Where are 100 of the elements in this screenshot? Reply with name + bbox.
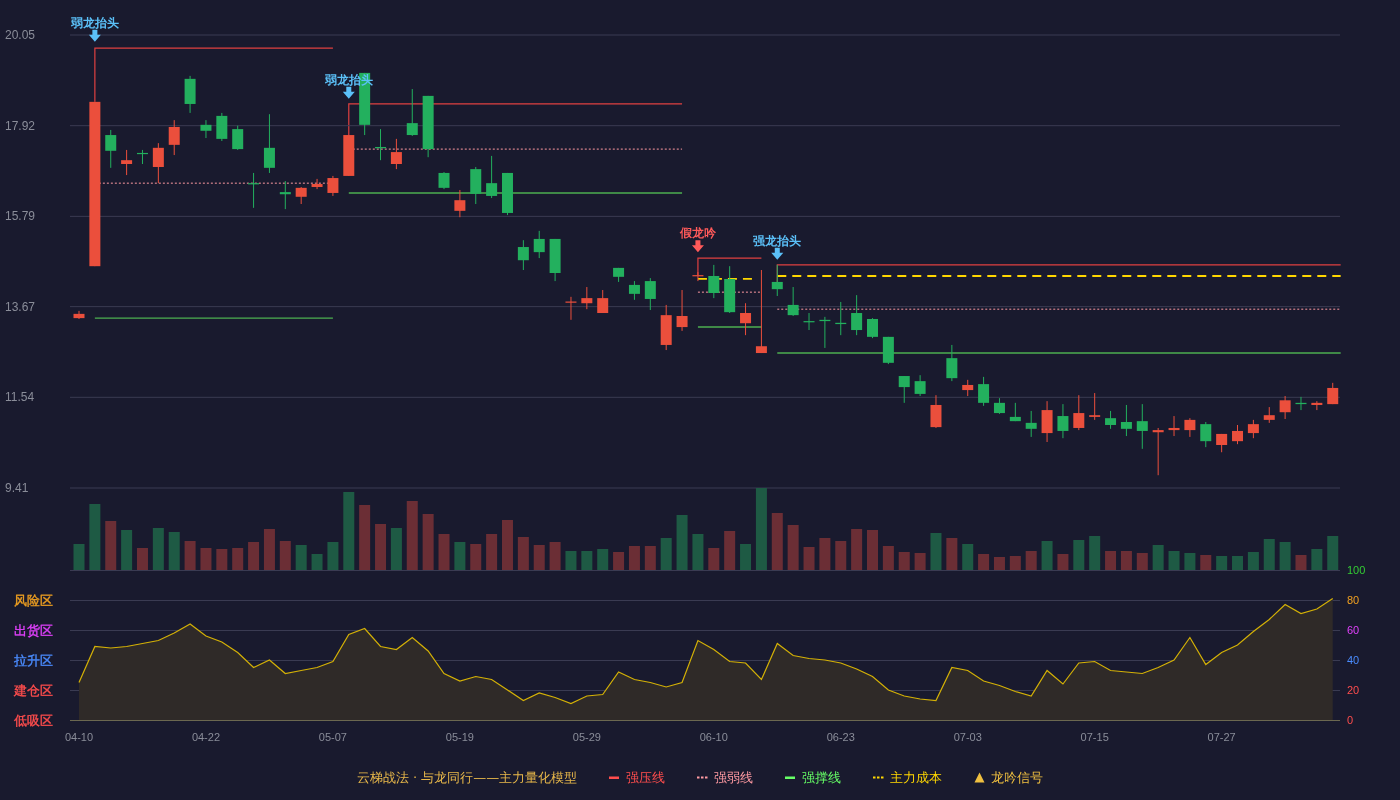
candlestick <box>1009 402 1021 422</box>
volume-bar <box>1105 551 1117 570</box>
volume-bar <box>962 544 974 570</box>
zone-label: 风险区 <box>14 593 53 608</box>
axis-label: 07-03 <box>953 731 982 743</box>
volume-bar <box>1120 551 1132 570</box>
candlestick <box>613 267 625 283</box>
legend-item[interactable]: 主力成本 <box>873 767 943 788</box>
volume-bar <box>137 548 148 570</box>
candlestick <box>343 134 355 177</box>
volume-bar <box>232 548 244 570</box>
candlestick <box>660 304 672 351</box>
down-arrow-icon <box>342 86 355 99</box>
candlestick <box>422 95 434 158</box>
volume-bar <box>1041 541 1053 570</box>
candlestick <box>152 142 164 184</box>
volume-bar <box>851 529 863 570</box>
candlestick <box>502 172 513 216</box>
volume-bar <box>1025 551 1037 570</box>
volume-bar <box>470 544 482 570</box>
axis-label: 40 <box>1347 654 1360 666</box>
candlestick <box>581 286 593 310</box>
candlestick <box>962 379 974 397</box>
dashed-line <box>697 291 762 293</box>
candlestick <box>565 296 577 321</box>
candlestick <box>137 149 148 165</box>
candlestick <box>819 316 831 349</box>
candlestick <box>724 265 736 314</box>
candlestick <box>327 175 339 197</box>
volume-bar <box>914 553 926 570</box>
axis-label: 06-10 <box>699 731 728 743</box>
candlestick <box>263 113 275 174</box>
candlestick <box>740 302 752 336</box>
candlestick <box>375 128 387 161</box>
candlestick <box>1136 403 1148 450</box>
legend-item[interactable]: 强弱线 <box>697 767 754 788</box>
volume-bar <box>168 532 180 570</box>
candlestick <box>597 289 609 314</box>
candlestick <box>1279 395 1291 420</box>
volume-bar <box>740 544 752 570</box>
candlestick <box>628 280 640 301</box>
volume-bar <box>771 513 783 570</box>
volume-bar <box>803 547 815 570</box>
volume-bar <box>628 546 640 570</box>
axis-label: 06-23 <box>826 731 855 743</box>
candlestick <box>993 397 1005 415</box>
candlestick <box>390 138 402 170</box>
support-line <box>697 326 763 328</box>
axis-label: 20 <box>1347 684 1360 696</box>
volume-bar <box>1136 553 1148 570</box>
candlestick <box>486 155 498 199</box>
candlestick <box>454 189 466 218</box>
candlestick <box>867 317 878 339</box>
volume-bar <box>1263 539 1275 570</box>
volume-bar <box>676 515 688 570</box>
volume-bar <box>1057 554 1069 570</box>
volume-bar <box>1311 549 1323 570</box>
volume-bar <box>105 521 117 570</box>
axis-label: 80 <box>1347 594 1360 606</box>
volume-bar <box>1184 553 1196 570</box>
candlestick <box>1105 410 1117 430</box>
axis-label: 05-29 <box>572 731 601 743</box>
zone-label: 建仓区 <box>14 683 53 698</box>
volume-bar <box>1295 555 1307 570</box>
volume-bar <box>327 542 339 570</box>
volume-bar <box>248 542 260 570</box>
signal-label: 弱龙抬头 <box>70 15 119 30</box>
volume-bar <box>1009 556 1021 570</box>
volume-bar <box>121 530 133 570</box>
zone-label: 低吸区 <box>14 713 53 728</box>
volume-bar <box>993 557 1005 570</box>
candlestick <box>644 277 656 311</box>
axis-label: 04-10 <box>64 731 94 743</box>
candlestick <box>882 336 894 365</box>
legend-item[interactable]: 龙吟信号 <box>974 767 1044 788</box>
axis-label: 11.54 <box>5 390 35 405</box>
candlestick <box>1041 400 1053 443</box>
volume-bar <box>660 538 672 570</box>
candlestick <box>73 310 85 320</box>
zone-label: 出货区 <box>14 623 53 638</box>
down-arrow-icon <box>88 29 101 42</box>
volume-bar <box>1232 556 1243 570</box>
volume-bar <box>1279 542 1291 570</box>
axis-label: 9.41 <box>5 481 29 495</box>
candlestick <box>1152 427 1164 476</box>
volume-bar <box>787 525 799 570</box>
candlestick <box>787 286 799 317</box>
signal-label: 假龙吟 <box>679 226 716 241</box>
down-arrow-icon <box>771 247 784 260</box>
volume-bar <box>438 534 450 570</box>
axis-label: 05-19 <box>445 731 474 743</box>
candlestick <box>1057 403 1069 439</box>
candlestick <box>1232 424 1243 445</box>
candlestick <box>771 264 783 297</box>
legend-item[interactable]: 强撑线 <box>785 767 842 788</box>
volume-bar <box>898 552 910 570</box>
legend-item[interactable]: 强压线 <box>609 767 666 788</box>
axis-label: 15.79 <box>5 209 36 224</box>
axis-label: 0 <box>1347 714 1354 726</box>
volume-bar <box>359 505 371 570</box>
